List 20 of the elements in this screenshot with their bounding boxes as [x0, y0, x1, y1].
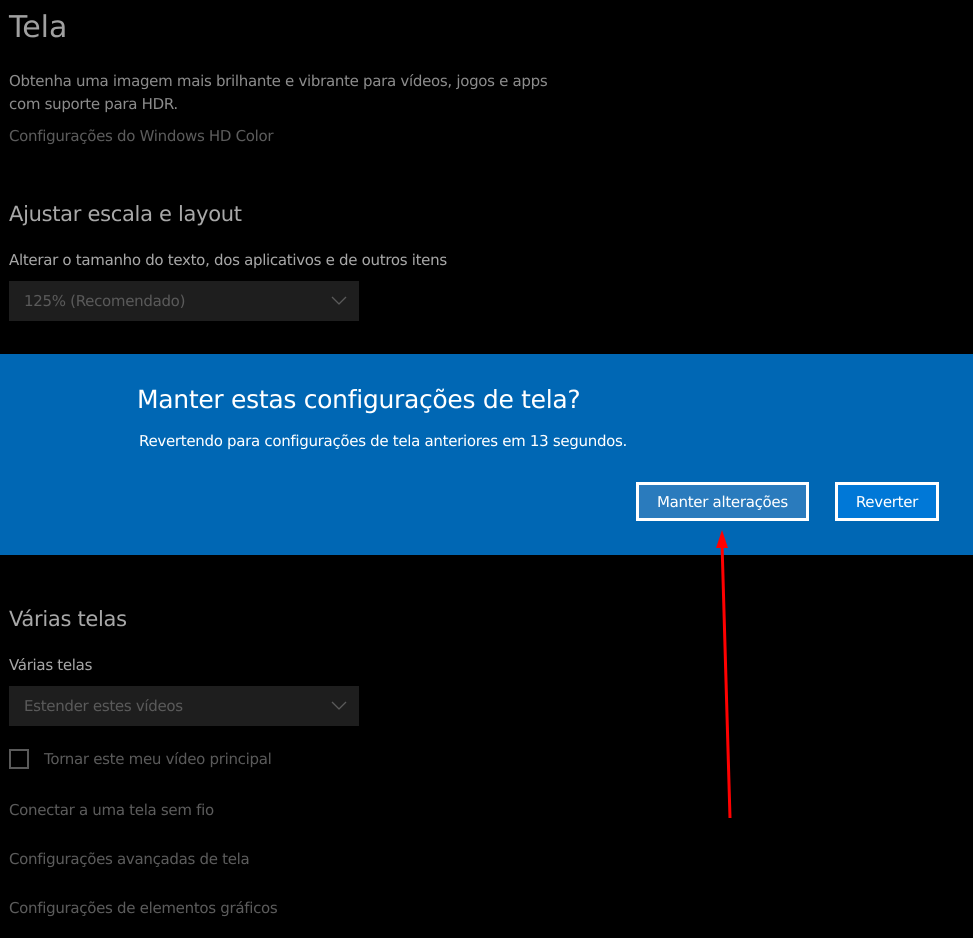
section-heading: Várias telas: [9, 606, 127, 633]
chevron-down-icon: [331, 296, 347, 306]
settings-link[interactable]: Conectar a uma tela sem fio: [9, 799, 214, 821]
revert-button[interactable]: Reverter: [834, 482, 939, 521]
page-title: Tela: [9, 9, 68, 47]
checkbox-label: Tornar este meu vídeo principal: [44, 750, 272, 768]
setting-label: Alterar o tamanho do texto, dos aplicativos e de outros itens: [9, 250, 447, 271]
hdr-description: Obtenha uma imagem mais brilhante e vibrante para vídeos, jogos e apps com suporte para HDR.: [9, 71, 548, 115]
chevron-down-icon: [331, 701, 347, 711]
dropdown[interactable]: 125% (Recomendado): [9, 281, 359, 321]
settings-link[interactable]: Configurações avançadas de tela: [9, 848, 250, 870]
dialog-message: Revertendo para configurações de tela anteriores em 13 segundos.: [139, 431, 628, 452]
dropdown[interactable]: Estender estes vídeos: [9, 686, 359, 726]
checkbox[interactable]: [9, 749, 29, 769]
keep-changes-button[interactable]: Manter alterações: [636, 482, 809, 521]
setting-label: Várias telas: [9, 655, 92, 676]
settings-link[interactable]: Configurações de elementos gráficos: [9, 897, 278, 919]
section-heading: Ajustar escala e layout: [9, 201, 242, 228]
hdr-settings-link[interactable]: Configurações do Windows HD Color: [9, 125, 274, 147]
dialog-title: Manter estas configurações de tela?: [137, 384, 582, 416]
